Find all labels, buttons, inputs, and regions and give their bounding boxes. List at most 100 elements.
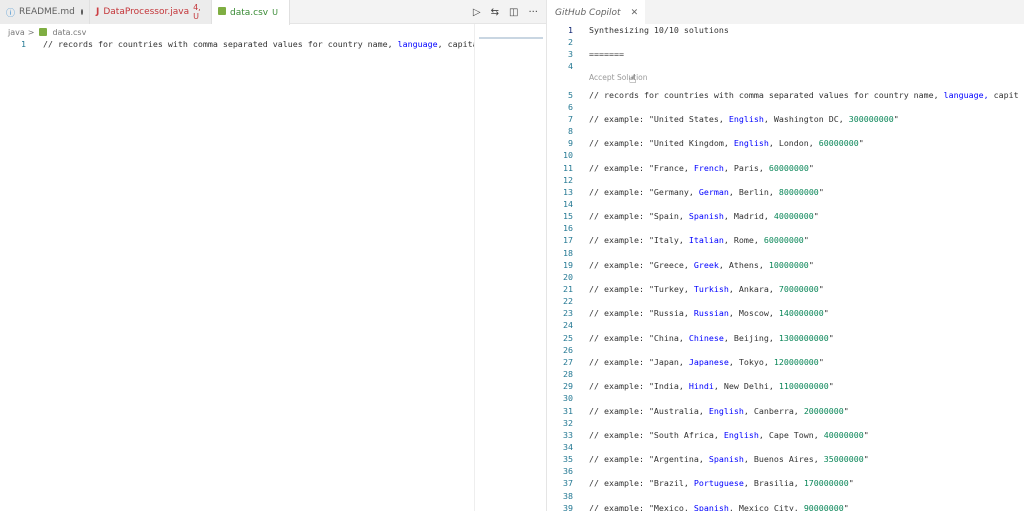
code-line: 17 // example: "Italy, Italian, Rome, 600… (547, 234, 1024, 246)
code-line: 39 // example: "Mexico, Spanish, Mexico C… (547, 502, 1024, 511)
line-number: 20 (563, 271, 573, 282)
code-line: 11 // example: "France, French, Paris, 60… (547, 162, 1024, 174)
line-number: 17 (563, 235, 573, 246)
line-number: 24 (563, 320, 573, 331)
tab-label: DataProcessor.java (103, 7, 190, 17)
line-number: 31 (563, 405, 573, 416)
compare-changes-icon[interactable]: ⇆ (491, 7, 499, 18)
tab-label: data.csv (230, 7, 269, 18)
code-line: 4 (547, 60, 1024, 72)
copilot-code-view: Accept Solution ☝ 1 Synthesizing 10/10 so… (547, 24, 1024, 511)
code-line: 25 // example: "China, Chinese, Beijing, … (547, 332, 1024, 344)
code-line: 32 (547, 417, 1024, 429)
tab-status: 4, U (193, 3, 201, 21)
left-editor-group: ⓘ README.md J DataProcessor.java 4, U da… (0, 0, 546, 511)
line-number: 22 (563, 296, 573, 307)
line-number: 27 (563, 356, 573, 367)
code-text: // example: "South Africa, English, Cape… (589, 429, 869, 440)
code-text: // example: "Australia, English, Canberr… (589, 405, 849, 416)
code-text: // example: "China, Chinese, Beijing, 13… (589, 332, 834, 343)
code-line: 10 (547, 149, 1024, 161)
editor-actions: ▷ ⇆ ◫ ··· (473, 0, 538, 24)
line-number: 28 (563, 369, 573, 380)
minimap[interactable] (474, 24, 546, 511)
line-number: 12 (563, 174, 573, 185)
code-line: 16 (547, 222, 1024, 234)
code-editor[interactable]: 1 // records for countries with comma se… (0, 38, 474, 511)
code-text: // records for countries with comma sepa… (589, 89, 1019, 100)
code-line: 36 (547, 465, 1024, 477)
line-number: 23 (563, 308, 573, 319)
line-number: 1 (21, 39, 26, 49)
code-line: 5 // records for countries with comma sep… (547, 89, 1024, 101)
info-icon: ⓘ (6, 8, 16, 19)
tab-readme[interactable]: ⓘ README.md (0, 0, 90, 24)
line-number: 10 (563, 150, 573, 161)
code-text: // example: "Russia, Russian, Moscow, 14… (589, 308, 829, 319)
code-line: 28 (547, 368, 1024, 380)
line-number: 13 (563, 186, 573, 197)
code-text: // example: "United Kingdom, English, Lo… (589, 138, 864, 149)
code-line: 20 (547, 271, 1024, 283)
line-number: 11 (563, 162, 573, 173)
code-line: 22 (547, 295, 1024, 307)
line-number: 7 (568, 113, 573, 124)
code-line: 9 // example: "United Kingdom, English, L… (547, 137, 1024, 149)
tab-label: README.md (19, 7, 75, 17)
minimap-line (479, 37, 543, 39)
code-text: // example: "France, French, Paris, 6000… (589, 162, 814, 173)
line-number: 5 (568, 89, 573, 100)
editor-tab-bar: ⓘ README.md J DataProcessor.java 4, U da… (0, 0, 546, 25)
code-text: // example: "Italy, Italian, Rome, 60000… (589, 235, 809, 246)
line-number: 32 (563, 417, 573, 428)
split-editor-icon[interactable]: ◫ (509, 7, 518, 18)
breadcrumb-file[interactable]: data.csv (52, 28, 86, 37)
code-text: ======= (589, 49, 624, 60)
code-line: 23 // example: "Russia, Russian, Moscow, … (547, 307, 1024, 319)
code-text: // example: "Greece, Greek, Athens, 1000… (589, 259, 814, 270)
line-number: 33 (563, 429, 573, 440)
java-icon: J (96, 7, 100, 17)
line-number: 2 (568, 37, 573, 48)
tab-dataprocessor[interactable]: J DataProcessor.java 4, U (90, 0, 212, 24)
line-number: 30 (563, 393, 573, 404)
accept-solution-link[interactable]: Accept Solution (589, 73, 648, 82)
code-text: // example: "Turkey, Turkish, Ankara, 70… (589, 284, 824, 294)
code-line: 14 (547, 198, 1024, 210)
code-line: 1 // records for countries with comma se… (0, 38, 474, 50)
code-line: 7 // example: "United States, English, Wa… (547, 113, 1024, 125)
code-line: 30 (547, 392, 1024, 404)
code-line: 26 (547, 344, 1024, 356)
code-line: 29 // example: "India, Hindi, New Delhi, … (547, 380, 1024, 392)
code-line: 21 // example: "Turkey, Turkish, Ankara, … (547, 283, 1024, 295)
line-number: 39 (563, 502, 573, 511)
code-line: 3 ======= (547, 48, 1024, 60)
close-icon[interactable]: ✕ (631, 8, 639, 18)
tab-status: U (272, 8, 278, 17)
code-text: // example: "Spain, Spanish, Madrid, 400… (589, 211, 819, 222)
code-line: 33 // example: "South Africa, English, Ca… (547, 429, 1024, 441)
table-icon (39, 28, 48, 36)
code-line: 19 // example: "Greece, Greek, Athens, 10… (547, 259, 1024, 271)
line-number: 26 (563, 344, 573, 355)
line-number: 35 (563, 454, 573, 465)
breadcrumb: java > data.csv (8, 26, 86, 38)
code-line: 35 // example: "Argentina, Spanish, Bueno… (547, 453, 1024, 465)
line-number: 14 (563, 198, 573, 209)
line-number: 37 (563, 478, 573, 489)
code-text: Synthesizing 10/10 solutions (589, 25, 729, 35)
code-text: // example: "Japan, Japanese, Tokyo, 120… (589, 356, 824, 367)
run-icon[interactable]: ▷ (473, 7, 481, 18)
code-text: // records for countries with comma sepa… (43, 39, 474, 49)
line-number: 6 (568, 101, 573, 112)
code-text: // example: "United States, English, Was… (589, 113, 899, 124)
tab-data-csv[interactable]: data.csv U (212, 0, 290, 25)
line-number: 1 (568, 25, 573, 35)
tab-github-copilot[interactable]: GitHub Copilot ✕ (547, 0, 645, 25)
table-icon (218, 7, 226, 18)
copilot-panel: GitHub Copilot ✕ Accept Solution ☝ 1 Synt… (546, 0, 1024, 511)
code-text: // example: "India, Hindi, New Delhi, 11… (589, 381, 834, 392)
more-actions-icon[interactable]: ··· (528, 7, 538, 18)
breadcrumb-root[interactable]: java (8, 28, 25, 37)
line-number: 19 (563, 259, 573, 270)
